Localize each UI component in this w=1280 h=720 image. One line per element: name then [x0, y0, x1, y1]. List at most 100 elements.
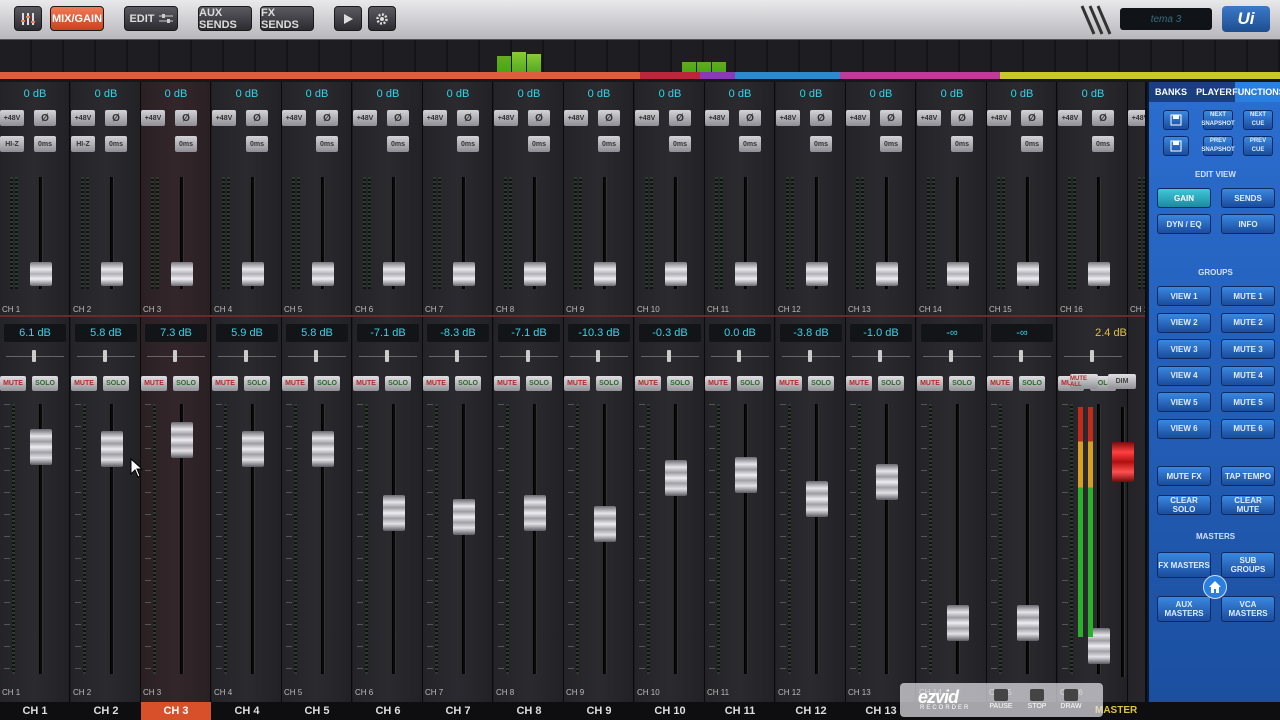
- phantom-power-button[interactable]: +48V: [423, 110, 447, 126]
- volume-fader-handle[interactable]: [1017, 605, 1039, 641]
- tab-functions[interactable]: FUNCTIONS: [1232, 82, 1280, 102]
- hi-z-button[interactable]: HI-Z: [0, 136, 24, 152]
- delay-button[interactable]: 0ms: [387, 136, 409, 152]
- bottom-channel-tab[interactable]: CH 8: [494, 702, 564, 720]
- gain-value[interactable]: 0 dB: [852, 86, 910, 102]
- phase-button[interactable]: Ø: [669, 110, 691, 126]
- mute-button[interactable]: MUTE: [282, 376, 308, 391]
- delay-button[interactable]: 0ms: [175, 136, 197, 152]
- pan-slider[interactable]: [782, 350, 840, 362]
- level-value[interactable]: -1.0 dB: [850, 324, 912, 342]
- mute-button[interactable]: MUTE: [917, 376, 943, 391]
- master-fader-handle[interactable]: [1112, 442, 1134, 482]
- level-value[interactable]: -10.3 dB: [568, 324, 630, 342]
- pan-slider[interactable]: [993, 350, 1051, 362]
- phantom-power-button[interactable]: +48V: [1058, 110, 1082, 126]
- level-value[interactable]: 5.9 dB: [216, 324, 278, 342]
- solo-button[interactable]: SOLO: [596, 376, 622, 391]
- pan-handle[interactable]: [596, 350, 600, 362]
- volume-fader-handle[interactable]: [665, 460, 687, 496]
- gain-fader-handle[interactable]: [665, 262, 687, 286]
- phantom-power-button[interactable]: +48V: [846, 110, 870, 126]
- pan-slider[interactable]: [1064, 350, 1122, 362]
- phantom-power-button[interactable]: +48V: [141, 110, 165, 126]
- mute-group-button[interactable]: MUTE 1: [1221, 286, 1275, 306]
- bottom-channel-tab[interactable]: CH 9: [564, 702, 634, 720]
- pan-handle[interactable]: [1090, 350, 1094, 362]
- play-button[interactable]: [334, 6, 362, 31]
- mute-button[interactable]: MUTE: [0, 376, 26, 391]
- gain-value[interactable]: 0 dB: [359, 86, 417, 102]
- pan-handle[interactable]: [949, 350, 953, 362]
- volume-fader-handle[interactable]: [101, 431, 123, 467]
- phantom-power-button[interactable]: +48V: [917, 110, 941, 126]
- phase-button[interactable]: Ø: [387, 110, 409, 126]
- stop-button[interactable]: STOP: [1024, 689, 1050, 715]
- bottom-channel-tab[interactable]: CH 1: [0, 702, 70, 720]
- bottom-channel-tab[interactable]: CH 3: [141, 702, 211, 720]
- delay-button[interactable]: 0ms: [105, 136, 127, 152]
- prev-cue-button[interactable]: PREV CUE: [1243, 136, 1273, 156]
- gain-value[interactable]: 0 dB: [218, 86, 276, 102]
- gain-fader-handle[interactable]: [876, 262, 898, 286]
- gain-fader-handle[interactable]: [453, 262, 475, 286]
- mute-group-button[interactable]: MUTE 5: [1221, 392, 1275, 412]
- volume-fader-handle[interactable]: [242, 431, 264, 467]
- save-cue-button[interactable]: [1163, 136, 1189, 156]
- level-value[interactable]: -7.1 dB: [498, 324, 560, 342]
- level-value[interactable]: 7.3 dB: [145, 324, 207, 342]
- mixer-icon[interactable]: [14, 6, 42, 31]
- phantom-power-button[interactable]: +48V: [0, 110, 24, 126]
- bottom-channel-tab[interactable]: CH 10: [635, 702, 705, 720]
- pan-handle[interactable]: [455, 350, 459, 362]
- mute-button[interactable]: MUTE: [987, 376, 1013, 391]
- solo-button[interactable]: SOLO: [737, 376, 763, 391]
- phantom-power-button[interactable]: +48V: [212, 110, 236, 126]
- pan-slider[interactable]: [77, 350, 135, 362]
- delay-button[interactable]: 0ms: [528, 136, 550, 152]
- pan-slider[interactable]: [218, 350, 276, 362]
- level-value[interactable]: 0.0 dB: [709, 324, 771, 342]
- mute-button[interactable]: MUTE: [141, 376, 167, 391]
- gain-fader-handle[interactable]: [383, 262, 405, 286]
- mute-button[interactable]: MUTE: [353, 376, 379, 391]
- delay-button[interactable]: 0ms: [1021, 136, 1043, 152]
- bottom-channel-tab[interactable]: CH 6: [353, 702, 423, 720]
- mute-button[interactable]: MUTE: [705, 376, 731, 391]
- level-value[interactable]: -∞: [921, 324, 983, 342]
- volume-fader-handle[interactable]: [594, 506, 616, 542]
- mute-button[interactable]: MUTE: [635, 376, 661, 391]
- phantom-power-button[interactable]: +48V: [282, 110, 306, 126]
- phase-button[interactable]: Ø: [105, 110, 127, 126]
- phase-button[interactable]: Ø: [1092, 110, 1114, 126]
- level-value[interactable]: -∞: [991, 324, 1053, 342]
- mix-gain-button[interactable]: MIX/GAIN: [50, 6, 104, 31]
- pan-slider[interactable]: [147, 350, 205, 362]
- solo-button[interactable]: SOLO: [32, 376, 58, 391]
- view-group-button[interactable]: VIEW 5: [1157, 392, 1211, 412]
- phase-button[interactable]: Ø: [175, 110, 197, 126]
- gain-fader-handle[interactable]: [1088, 262, 1110, 286]
- volume-fader-handle[interactable]: [171, 422, 193, 458]
- next-snapshot-button[interactable]: NEXT SNAPSHOT: [1201, 110, 1235, 130]
- gain-value[interactable]: 0 dB: [923, 86, 981, 102]
- pan-handle[interactable]: [103, 350, 107, 362]
- solo-button[interactable]: SOLO: [244, 376, 270, 391]
- pan-handle[interactable]: [173, 350, 177, 362]
- level-value[interactable]: 6.1 dB: [4, 324, 66, 342]
- volume-fader-handle[interactable]: [312, 431, 334, 467]
- clear-solo-button[interactable]: CLEAR SOLO: [1157, 495, 1211, 515]
- gain-fader-handle[interactable]: [947, 262, 969, 286]
- gain-value[interactable]: 0 dB: [6, 86, 64, 102]
- phase-button[interactable]: Ø: [1021, 110, 1043, 126]
- gain-value[interactable]: 0 dB: [570, 86, 628, 102]
- gain-fader-handle[interactable]: [806, 262, 828, 286]
- view-group-button[interactable]: VIEW 2: [1157, 312, 1211, 333]
- phase-button[interactable]: Ø: [457, 110, 479, 126]
- gain-fader-handle[interactable]: [171, 262, 193, 286]
- phase-button[interactable]: Ø: [316, 110, 338, 126]
- tab-player[interactable]: PLAYER: [1193, 82, 1235, 102]
- fx-masters-button[interactable]: FX MASTERS: [1157, 552, 1211, 578]
- phase-button[interactable]: Ø: [598, 110, 620, 126]
- mute-button[interactable]: MUTE: [776, 376, 802, 391]
